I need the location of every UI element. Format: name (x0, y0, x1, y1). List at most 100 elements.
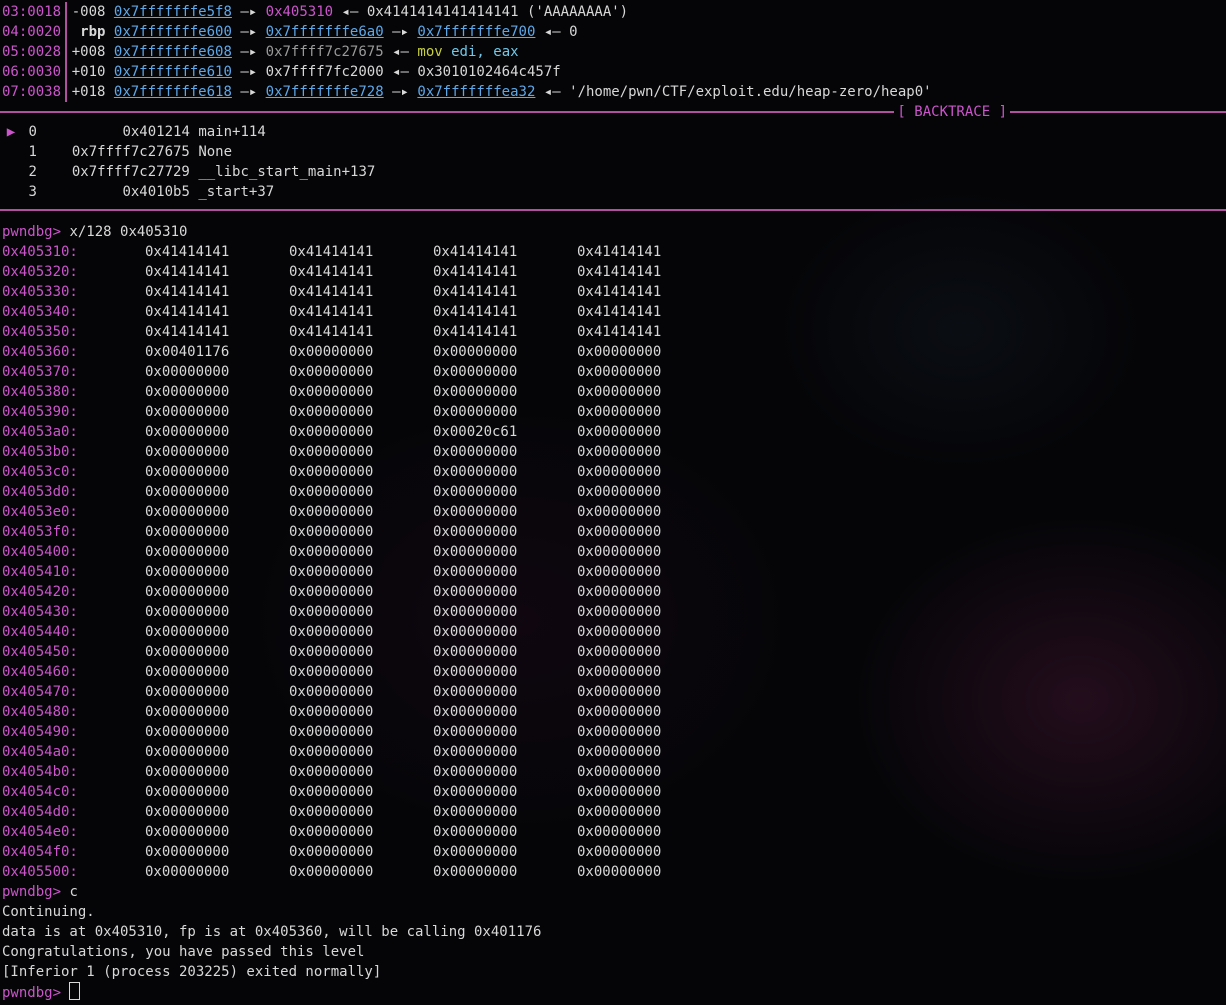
continue-command: c (69, 884, 78, 900)
memory-word: 0x00000000 (433, 444, 518, 460)
backtrace-separator: [ BACKTRACE ] (0, 102, 1226, 122)
memory-row: 0x4053b0: 0x00000000 0x00000000 0x00000000 0… (2, 442, 1226, 462)
memory-word: 0x00000000 (577, 524, 662, 540)
memory-word: 0x00000000 (577, 624, 662, 640)
memory-row: 0x405470: 0x00000000 0x00000000 0x00000000 0… (2, 682, 1226, 702)
memory-row: 0x405370: 0x00000000 0x00000000 0x00000000 0… (2, 362, 1226, 382)
memory-word: 0x00000000 (145, 404, 230, 420)
memory-word: 0x00000000 (145, 544, 230, 560)
stack-address-link[interactable]: 0x7fffffffe610 (114, 64, 232, 80)
memory-word: 0x00000000 (433, 864, 518, 880)
memory-word: 0x00000000 (289, 624, 374, 640)
terminal[interactable]: 03:0018 -008 0x7fffffffe5f8 —▸ 0x405310 … (0, 2, 1226, 1002)
memory-word: 0x00000000 (289, 724, 374, 740)
memory-row: 0x405330: 0x41414141 0x41414141 0x41414141 0… (2, 282, 1226, 302)
pointer-arrow: —▸ (240, 4, 258, 20)
examine-command-line: pwndbg> x/128 0x405310 (2, 222, 1226, 242)
memory-word: 0x00000000 (145, 524, 230, 540)
pointer-arrow: ◂— (543, 24, 561, 40)
active-prompt-line[interactable]: pwndbg> (2, 982, 1226, 1002)
memory-address: 0x405450: (2, 644, 78, 660)
memory-word: 0x00000000 (433, 564, 518, 580)
stack-address-link[interactable]: 0x7fffffffe618 (114, 84, 232, 100)
memory-row: 0x405410: 0x00000000 0x00000000 0x00000000 0… (2, 562, 1226, 582)
stack-address-link[interactable]: 0x7fffffffe608 (114, 44, 232, 60)
memory-row: 0x4053f0: 0x00000000 0x00000000 0x00000000 0… (2, 522, 1226, 542)
memory-word: 0x00000000 (289, 764, 374, 780)
memory-word: 0x00000000 (289, 804, 374, 820)
pointer-arrow: —▸ (240, 24, 258, 40)
memory-row: 0x405360: 0x00401176 0x00000000 0x00000000 0… (2, 342, 1226, 362)
memory-word: 0x00000000 (145, 444, 230, 460)
memory-row: 0x405500: 0x00000000 0x00000000 0x00000000 0… (2, 862, 1226, 882)
memory-address: 0x405350: (2, 324, 78, 340)
memory-dump: 0x405310: 0x41414141 0x41414141 0x41414141 0… (2, 242, 1226, 882)
memory-word: 0x00000000 (433, 784, 518, 800)
memory-address: 0x4054d0: (2, 804, 78, 820)
memory-word: 0x00000000 (433, 824, 518, 840)
stack-address-link[interactable]: 0x7fffffffe5f8 (114, 4, 232, 20)
frame-address: 0x4010b5 (122, 184, 190, 200)
memory-row: 0x405460: 0x00000000 0x00000000 0x00000000 0… (2, 662, 1226, 682)
memory-word: 0x00000000 (145, 584, 230, 600)
pointer-link[interactable]: 0x7fffffffe728 (266, 84, 384, 100)
pointer-arrow: —▸ (240, 44, 258, 60)
memory-address: 0x405370: (2, 364, 78, 380)
memory-address: 0x4053d0: (2, 484, 78, 500)
memory-word: 0x00000000 (433, 644, 518, 660)
prompt: pwndbg> (2, 224, 62, 240)
memory-row: 0x405320: 0x41414141 0x41414141 0x41414141 0… (2, 262, 1226, 282)
memory-word: 0x00000000 (289, 644, 374, 660)
memory-word: 0x00000000 (577, 564, 662, 580)
pointer-link[interactable]: 0x7fffffffea32 (417, 84, 535, 100)
memory-word: 0x41414141 (577, 324, 662, 340)
memory-address: 0x4054b0: (2, 764, 78, 780)
memory-word: 0x00000000 (433, 624, 518, 640)
memory-address: 0x4054e0: (2, 824, 78, 840)
memory-address: 0x4053a0: (2, 424, 78, 440)
memory-word: 0x00000000 (289, 664, 374, 680)
memory-word: 0x00000000 (433, 804, 518, 820)
frame-marker: ▶ (6, 124, 16, 140)
memory-word: 0x00000000 (577, 784, 662, 800)
frame-number: 2 (28, 164, 37, 180)
memory-word: 0x00000000 (577, 704, 662, 720)
memory-word: 0x00000000 (289, 784, 374, 800)
frame-symbol: _start+37 (198, 184, 275, 200)
stack-section: 03:0018 -008 0x7fffffffe5f8 —▸ 0x405310 … (2, 2, 1226, 102)
memory-word: 0x00000000 (433, 464, 518, 480)
stack-offset: +010 (71, 64, 106, 80)
stack-address-link[interactable]: 0x7fffffffe600 (114, 24, 232, 40)
memory-word: 0x00000000 (289, 844, 374, 860)
memory-row: 0x4054b0: 0x00000000 0x00000000 0x00000000 0… (2, 762, 1226, 782)
memory-address: 0x405320: (2, 264, 78, 280)
pointer-value: 0x7ffff7fc2000 (265, 64, 384, 80)
output-line: Continuing. (2, 904, 95, 920)
memory-row: 0x4054d0: 0x00000000 0x00000000 0x00000000 0… (2, 802, 1226, 822)
memory-word: 0x00000000 (145, 844, 230, 860)
memory-row: 0x4053e0: 0x00000000 0x00000000 0x00000000 0… (2, 502, 1226, 522)
stack-register: rbp (80, 24, 106, 40)
pointer-link[interactable]: 0x7fffffffe700 (417, 24, 535, 40)
pointer-link[interactable]: 0x7fffffffe6a0 (266, 24, 384, 40)
memory-word: 0x00000000 (289, 444, 374, 460)
memory-word: 0x00000000 (289, 824, 374, 840)
memory-word: 0x41414141 (145, 284, 230, 300)
memory-word: 0x00000000 (145, 724, 230, 740)
text-cursor[interactable] (69, 982, 81, 1000)
memory-word: 0x00000000 (433, 664, 518, 680)
pointer-value: 0x4141414141414141 ('AAAAAAAA') (366, 4, 629, 20)
memory-word: 0x00000000 (433, 344, 518, 360)
memory-row: 0x405350: 0x41414141 0x41414141 0x41414141 0… (2, 322, 1226, 342)
memory-row: 0x405390: 0x00000000 0x00000000 0x00000000 0… (2, 402, 1226, 422)
pointer-value: 0x3010102464c457f (417, 64, 561, 80)
memory-word: 0x00000000 (289, 584, 374, 600)
memory-address: 0x405380: (2, 384, 78, 400)
memory-word: 0x00000000 (145, 704, 230, 720)
memory-word: 0x41414141 (289, 304, 374, 320)
memory-word: 0x00000000 (145, 664, 230, 680)
memory-word: 0x41414141 (145, 264, 230, 280)
stack-row: 07:0038 +018 0x7fffffffe618 —▸ 0x7ffffff… (2, 82, 1226, 102)
frame-number: 1 (28, 144, 37, 160)
memory-word: 0x00000000 (289, 384, 374, 400)
